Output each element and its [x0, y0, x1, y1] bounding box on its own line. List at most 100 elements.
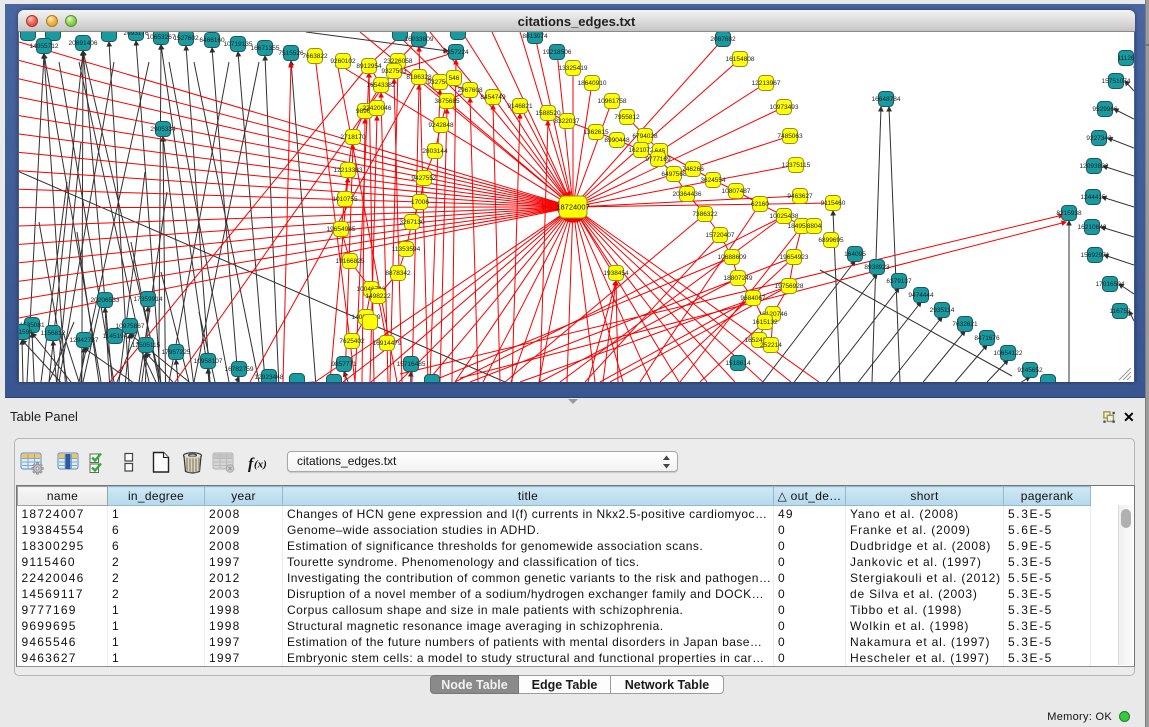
svg-text:16033809: 16033809 — [405, 36, 434, 43]
svg-text:1518614: 1518614 — [725, 360, 751, 367]
svg-text:164095: 164095 — [844, 251, 866, 258]
svg-text:10958107: 10958107 — [194, 358, 223, 365]
svg-text:7357224: 7357224 — [443, 49, 469, 56]
svg-text:2093176: 2093176 — [123, 32, 149, 37]
svg-text:18724007: 18724007 — [556, 203, 589, 212]
svg-text:1588520: 1588520 — [535, 110, 561, 117]
svg-text:252214: 252214 — [760, 342, 782, 349]
svg-text:9529966: 9529966 — [1092, 106, 1118, 113]
svg-text:10973493: 10973493 — [770, 104, 799, 111]
svg-text:3624554: 3624554 — [700, 177, 726, 184]
svg-text:1615132: 1615132 — [752, 319, 778, 326]
svg-text:7515526: 7515526 — [278, 50, 304, 57]
svg-text:9327503: 9327503 — [381, 68, 407, 75]
svg-text:22420046: 22420046 — [363, 105, 392, 112]
svg-text:9777169: 9777169 — [645, 156, 671, 163]
svg-text:15720407: 15720407 — [706, 232, 735, 239]
svg-text:546: 546 — [449, 75, 460, 82]
svg-text:20206533: 20206533 — [91, 297, 120, 304]
svg-text:16648784: 16648784 — [872, 96, 901, 103]
svg-text:10688609: 10688609 — [718, 254, 747, 261]
svg-text:6899695: 6899695 — [818, 237, 844, 244]
svg-text:7663822: 7663822 — [302, 53, 328, 60]
svg-text:12505115: 12505115 — [132, 342, 161, 349]
svg-text:19654923: 19654923 — [780, 254, 809, 261]
svg-text:16782759: 16782759 — [225, 366, 254, 373]
svg-text:9463627: 9463627 — [787, 193, 813, 200]
svg-text:11353594: 11353594 — [392, 246, 421, 253]
svg-text:10719135: 10719135 — [224, 41, 253, 48]
svg-text:16914479: 16914479 — [373, 340, 402, 347]
svg-text:9684067: 9684067 — [740, 295, 766, 302]
svg-text:3875685: 3875685 — [434, 98, 460, 105]
svg-text:17016504: 17016504 — [1096, 281, 1125, 288]
svg-text:8990448: 8990448 — [604, 137, 630, 144]
svg-text:7632621: 7632621 — [952, 321, 978, 328]
svg-text:16210643: 16210643 — [1078, 224, 1107, 231]
svg-text:18640910: 18640910 — [578, 80, 607, 87]
svg-text:6379137: 6379137 — [886, 278, 912, 285]
svg-text:15716485: 15716485 — [397, 361, 426, 368]
svg-text:2803144: 2803144 — [422, 148, 448, 155]
svg-text:13325419: 13325419 — [559, 65, 588, 72]
svg-text:17006: 17006 — [411, 199, 429, 206]
svg-text:9260102: 9260102 — [330, 58, 356, 65]
svg-text:6794028: 6794028 — [632, 133, 658, 140]
svg-text:8813074: 8813074 — [522, 33, 548, 40]
svg-text:8215938: 8215938 — [1056, 210, 1082, 217]
svg-text:391591: 391591 — [19, 329, 33, 336]
svg-text:7955812: 7955812 — [614, 114, 640, 121]
svg-text:11126: 11126 — [1117, 55, 1134, 62]
svg-text:12093822: 12093822 — [1080, 163, 1109, 170]
svg-text:16543382: 16543382 — [367, 82, 396, 89]
svg-text:20691406: 20691406 — [69, 40, 98, 47]
svg-text:9474444: 9474444 — [908, 292, 934, 299]
svg-text:10653267: 10653267 — [147, 34, 176, 41]
svg-text:16671355: 16671355 — [251, 45, 280, 52]
svg-text:6466160: 6466160 — [199, 37, 225, 44]
svg-text:9227342: 9227342 — [1086, 135, 1112, 142]
svg-text:15692971: 15692971 — [1081, 252, 1110, 259]
svg-text:20364436: 20364436 — [673, 191, 702, 198]
svg-text:8912954: 8912954 — [356, 63, 382, 70]
svg-text:7485063: 7485063 — [777, 133, 803, 140]
svg-text:8804: 8804 — [807, 223, 822, 230]
svg-text:1010755: 1010755 — [332, 196, 358, 203]
svg-text:1621072: 1621072 — [628, 147, 654, 154]
svg-text:8878342: 8878342 — [385, 270, 411, 277]
svg-text:12375115: 12375115 — [782, 162, 811, 169]
svg-text:1938454: 1938454 — [603, 270, 629, 277]
svg-text:8454749: 8454749 — [480, 94, 506, 101]
svg-text:10961758: 10961758 — [598, 98, 627, 105]
svg-text:2087682: 2087682 — [710, 36, 736, 43]
svg-text:8322037: 8322037 — [554, 118, 580, 125]
svg-text:19166825: 19166825 — [336, 258, 365, 265]
svg-text:2935114: 2935114 — [930, 307, 955, 314]
svg-text:9115460: 9115460 — [821, 200, 846, 207]
svg-text:19654985: 19654985 — [327, 226, 356, 233]
svg-text:(x): (x) — [254, 459, 267, 471]
svg-text:62160: 62160 — [751, 201, 769, 208]
svg-text:1244415: 1244415 — [1080, 194, 1106, 201]
svg-text:1156812: 1156812 — [41, 330, 66, 337]
svg-text:746266: 746266 — [682, 166, 704, 173]
svg-text:12213967: 12213967 — [752, 80, 781, 87]
svg-text:2718170: 2718170 — [340, 134, 366, 141]
svg-text:7625402: 7625402 — [339, 338, 365, 345]
svg-text:9242848: 9242848 — [428, 122, 454, 129]
svg-text:10807487: 10807487 — [722, 188, 751, 195]
svg-text:1145194: 1145194 — [103, 333, 128, 340]
svg-text:9857771: 9857771 — [331, 361, 357, 368]
svg-text:16154808: 16154808 — [726, 56, 755, 63]
svg-text:2967608: 2967608 — [457, 87, 483, 94]
svg-text:10654122: 10654122 — [994, 350, 1023, 357]
svg-text:19756928: 19756928 — [775, 283, 804, 290]
svg-text:7386322: 7386322 — [692, 211, 718, 218]
svg-text:12942737: 12942737 — [70, 337, 99, 344]
svg-text:9245652: 9245652 — [1017, 367, 1043, 374]
svg-text:3267130: 3267130 — [399, 219, 425, 226]
svg-text:8471676: 8471676 — [974, 335, 1000, 342]
svg-text:9427552: 9427552 — [411, 175, 437, 182]
svg-text:9146821: 9146821 — [507, 103, 533, 110]
svg-text:1362615: 1362615 — [583, 129, 609, 136]
